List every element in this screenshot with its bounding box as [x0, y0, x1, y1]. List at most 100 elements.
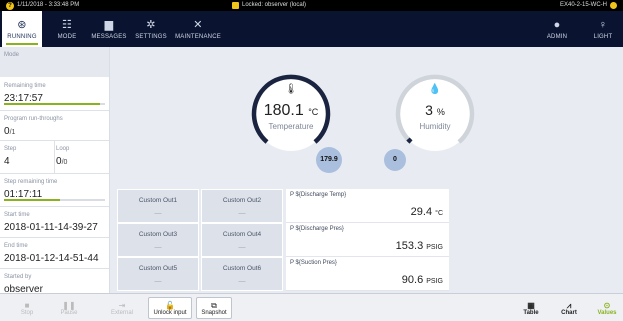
external-button[interactable]: ⇥ External — [104, 297, 140, 319]
param-suction-pres-unit: PSIG — [426, 278, 443, 285]
remaining-time-section: Remaining time 23:17:57 — [0, 78, 109, 111]
bulb-icon: ♀ — [598, 18, 608, 31]
param-discharge-temp-label: P ${Discharge Temp} — [290, 192, 347, 198]
custom-out2-label: Custom Out2 — [222, 197, 262, 204]
step-loop-section: Step 4 Loop 0/0 — [0, 141, 109, 174]
running-icon: ⊛ — [17, 18, 27, 31]
lock-status: Locked: observer (local) — [242, 2, 307, 8]
custom-out4-label: Custom Out4 — [222, 231, 262, 238]
tab-mode-label: MODE — [57, 33, 77, 40]
chart-label: Chart — [561, 309, 577, 316]
started-by-label: Started by — [4, 274, 32, 280]
custom-out1-label: Custom Out1 — [138, 197, 178, 204]
light-button[interactable]: ♀ LIGHT — [588, 11, 618, 47]
tab-maintenance-label: MAINTENANCE — [175, 33, 221, 40]
temperature-number: 180.1 — [263, 102, 304, 119]
main-panel: 🌡 180.1 °C Temperature 179.9 💧 3 % Humid… — [111, 47, 623, 293]
sidebar: Mode Remaining time 23:17:57 Program run… — [0, 47, 110, 293]
runthroughs-label: Program run-throughs — [4, 116, 63, 122]
table-label: Table — [523, 309, 539, 316]
custom-out5[interactable]: Custom Out5 — — [117, 257, 199, 291]
custom-out5-label: Custom Out5 — [138, 265, 178, 272]
custom-out2[interactable]: Custom Out2 — — [201, 189, 283, 223]
humidity-setpoint-badge: 0 — [384, 149, 406, 171]
param-suction-pres[interactable]: P ${Suction Pres} 90.6 PSIG — [286, 257, 449, 291]
end-time-value: 2018-01-12-14-51-44 — [4, 253, 99, 264]
chart-view-button[interactable]: ⩘ Chart — [554, 297, 584, 319]
temperature-setpoint-badge: 179.9 — [316, 147, 342, 173]
start-time-value: 2018-01-11-14-39-27 — [4, 222, 98, 233]
table-view-button[interactable]: ▦ Table — [516, 297, 546, 319]
humidity-gauge: 💧 3 % Humidity — [395, 74, 475, 154]
top-nav: ⊛ RUNNING ☷ MODE ▆ MESSAGES ✲ SETTINGS ✕… — [0, 11, 623, 47]
param-discharge-temp[interactable]: P ${Discharge Temp} 29.4 °C — [286, 189, 449, 223]
remaining-time-label: Remaining time — [4, 83, 46, 89]
device-id: EX40-2-15-WC-H — [559, 2, 607, 8]
tab-running-label: RUNNING — [7, 33, 37, 40]
param-discharge-temp-number: 29.4 — [410, 206, 433, 218]
custom-out3-label: Custom Out3 — [138, 231, 178, 238]
humidity-unit: % — [436, 107, 445, 117]
sliders-icon: ☷ — [61, 18, 73, 31]
custom-out3[interactable]: Custom Out3 — — [117, 223, 199, 257]
custom-out4[interactable]: Custom Out4 — — [201, 223, 283, 257]
param-discharge-pres-unit: PSIG — [426, 244, 443, 251]
step-remaining-section: Step remaining time 01:17:11 — [0, 174, 109, 207]
step-block: Step 4 — [0, 141, 55, 174]
admin-button[interactable]: ● ADMIN — [543, 11, 571, 47]
tab-messages[interactable]: ▆ MESSAGES — [89, 11, 129, 47]
admin-label: ADMIN — [546, 33, 568, 40]
status-bar: ? 1/11/2018 - 3:33:48 PM Locked: observe… — [0, 0, 623, 11]
custom-out3-value: — — [154, 244, 162, 251]
gear-icon: ✲ — [146, 18, 156, 31]
custom-out6-value: — — [238, 278, 246, 285]
tab-running[interactable]: ⊛ RUNNING — [2, 11, 42, 47]
param-discharge-pres-number: 153.3 — [395, 240, 424, 252]
message-icon: ▆ — [104, 18, 114, 31]
values-icon: ⊙ — [603, 300, 611, 310]
custom-out1[interactable]: Custom Out1 — — [117, 189, 199, 223]
values-view-button[interactable]: ⊙ Values — [592, 297, 622, 319]
stop-icon: ■ — [24, 300, 30, 310]
unlock-input-button[interactable]: 🔓 Unlock input — [148, 297, 192, 319]
custom-out5-value: — — [154, 278, 162, 285]
user-icon: ● — [553, 18, 561, 31]
unlock-label: Unlock input — [153, 309, 187, 316]
tab-mode[interactable]: ☷ MODE — [47, 11, 87, 47]
param-discharge-pres[interactable]: P ${Discharge Pres} 153.3 PSIG — [286, 223, 449, 257]
loop-block: Loop 0/0 — [52, 141, 107, 174]
mode-section: Mode — [0, 47, 109, 78]
started-by-value: observer — [4, 284, 43, 293]
water-drop-icon: 💧 — [428, 84, 442, 95]
custom-out1-value: — — [154, 210, 162, 217]
runthroughs-value: 0/1 — [4, 126, 15, 137]
stop-label: Stop — [20, 309, 34, 316]
tab-settings-label: SETTINGS — [135, 33, 167, 40]
pause-button[interactable]: ❚❚ Pause — [52, 297, 86, 319]
remaining-time-progress — [4, 103, 105, 105]
info-icon[interactable] — [610, 2, 617, 9]
custom-out6[interactable]: Custom Out6 — — [201, 257, 283, 291]
param-suction-pres-label: P ${Suction Pres} — [290, 260, 337, 266]
table-icon: ▦ — [527, 300, 535, 310]
param-suction-pres-number: 90.6 — [401, 274, 424, 286]
temperature-unit: °C — [308, 107, 319, 117]
step-remaining-progress — [4, 199, 105, 201]
lock-icon — [232, 2, 239, 9]
chart-icon: ⩘ — [566, 300, 572, 310]
external-label: External — [110, 309, 133, 316]
tab-maintenance[interactable]: ✕ MAINTENANCE — [172, 11, 224, 47]
snapshot-button[interactable]: ⧉ Snapshot — [196, 297, 232, 319]
temperature-label: Temperature — [268, 122, 314, 131]
help-icon[interactable]: ? — [6, 1, 14, 10]
loop-value: 0/0 — [56, 156, 67, 167]
temperature-value: 180.1 °C — [251, 102, 331, 120]
humidity-label: Humidity — [419, 122, 451, 131]
tab-messages-label: MESSAGES — [91, 33, 127, 40]
pause-icon: ❚❚ — [62, 300, 76, 310]
param-discharge-pres-label: P ${Discharge Pres} — [290, 226, 344, 232]
tab-settings[interactable]: ✲ SETTINGS — [131, 11, 171, 47]
loop-label: Loop — [56, 146, 70, 152]
stop-button[interactable]: ■ Stop — [10, 297, 44, 319]
values-label: Values — [597, 309, 617, 316]
